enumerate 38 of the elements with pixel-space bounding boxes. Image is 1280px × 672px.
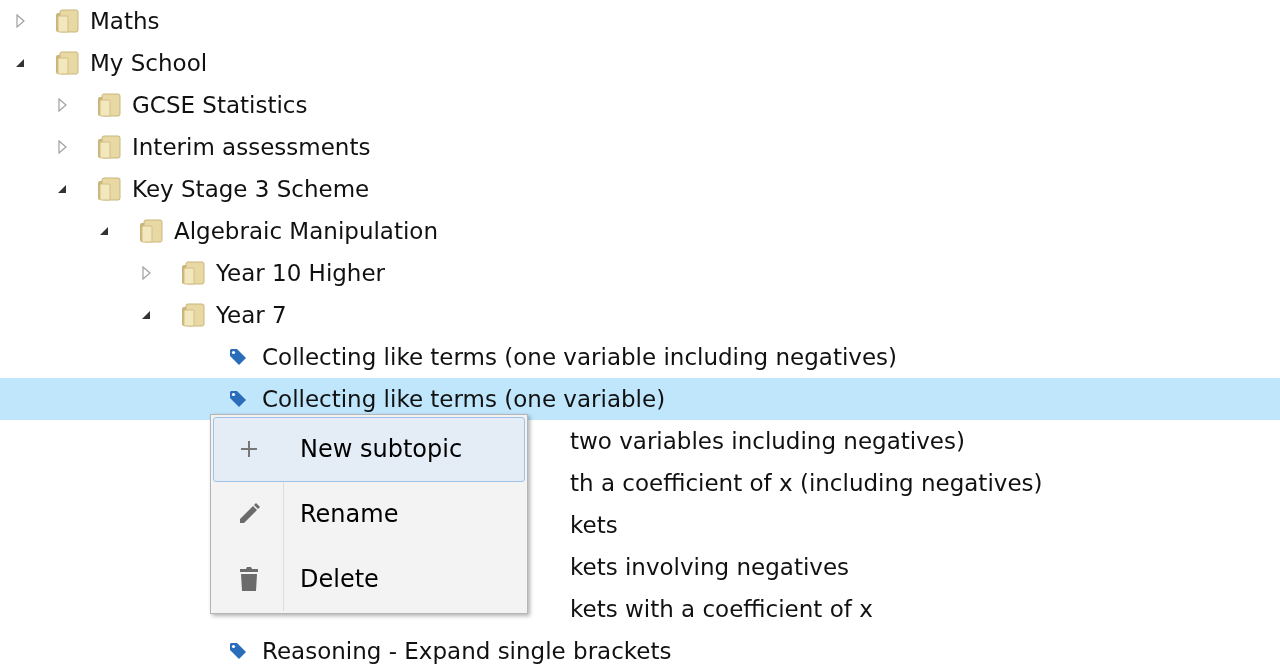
tree-item[interactable]: GCSE Statistics: [132, 92, 308, 118]
expanded-arrow-icon[interactable]: [99, 226, 109, 236]
tree-item[interactable]: Year 7: [216, 302, 287, 328]
selected-row[interactable]: Collecting like terms (one variable): [0, 378, 1280, 420]
expanded-arrow-icon[interactable]: [141, 310, 151, 320]
tree-item[interactable]: two variables including negatives): [570, 428, 965, 454]
tree-item[interactable]: Collecting like terms (one variable including negatives): [262, 344, 898, 370]
tree-item[interactable]: Collecting like terms (one variable): [262, 386, 666, 412]
expanded-arrow-icon[interactable]: [15, 58, 25, 68]
folder-icon: [96, 134, 122, 160]
tag-icon: [228, 347, 248, 367]
plus-icon: [239, 439, 259, 460]
tree-item[interactable]: Maths: [90, 8, 160, 34]
tree-item[interactable]: Algebraic Manipulation: [174, 218, 438, 244]
folder-icon: [180, 302, 206, 328]
tag-icon: [228, 389, 248, 409]
folder-icon: [96, 176, 122, 202]
folder-icon: [180, 260, 206, 286]
tree-item[interactable]: kets: [570, 512, 618, 538]
tree-item[interactable]: Year 10 Higher: [216, 260, 386, 286]
menu-item[interactable]: New subtopic: [213, 417, 525, 482]
menu-item[interactable]: Rename: [213, 481, 525, 547]
menu-item[interactable]: Delete: [213, 546, 525, 611]
trash-icon: [238, 565, 260, 592]
folder-icon: [54, 50, 80, 76]
tag-icon: [228, 641, 248, 661]
tree-item[interactable]: My School: [90, 50, 208, 76]
tree-item[interactable]: Reasoning - Expand single brackets: [262, 638, 672, 664]
tree-item[interactable]: th a coefficient of x (including negatives): [570, 470, 1043, 496]
pencil-icon: [237, 502, 261, 526]
expanded-arrow-icon[interactable]: [57, 184, 67, 194]
folder-icon: [138, 218, 164, 244]
tree-item[interactable]: kets involving negatives: [570, 554, 850, 580]
tree-item[interactable]: Interim assessments: [132, 134, 371, 160]
folder-icon: [96, 92, 122, 118]
tree-item[interactable]: kets with a coefficient of x: [570, 596, 873, 622]
tree-item[interactable]: Key Stage 3 Scheme: [132, 176, 370, 202]
folder-icon: [54, 8, 80, 34]
